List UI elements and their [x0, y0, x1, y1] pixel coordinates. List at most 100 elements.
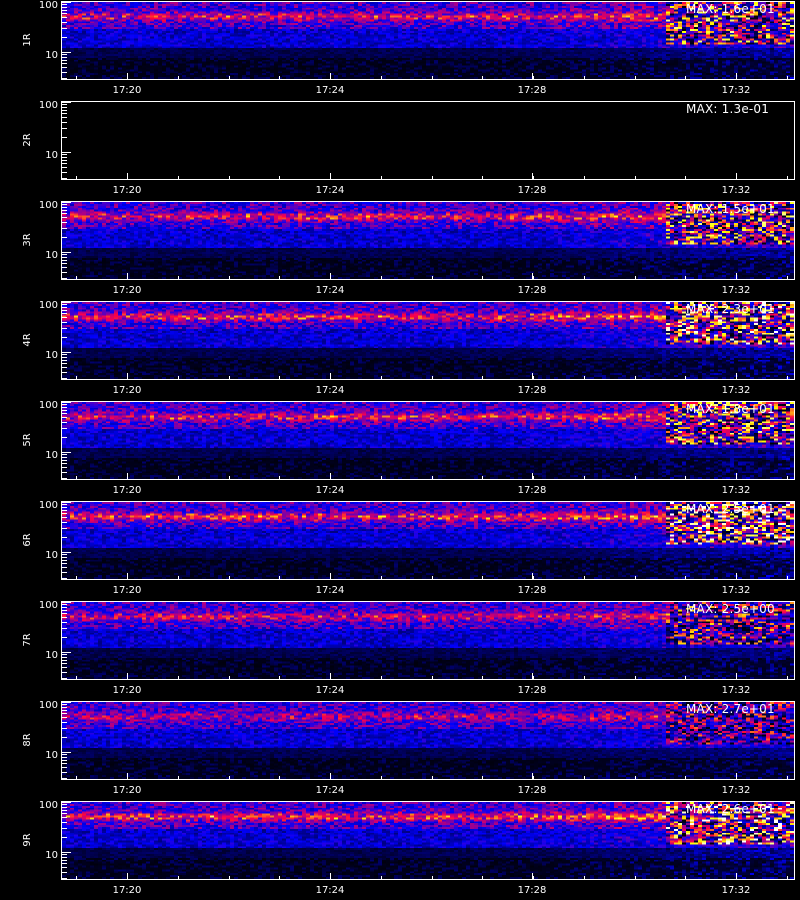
y-axis-label: 9R	[22, 833, 33, 847]
y-tick	[62, 157, 67, 158]
y-tick	[62, 163, 67, 164]
x-minor-tick	[229, 376, 230, 379]
y-tick	[62, 160, 67, 161]
y-major-tick	[62, 52, 71, 53]
y-tick	[62, 260, 67, 261]
x-tick-label: 17:28	[517, 85, 547, 96]
y-tick	[62, 210, 67, 211]
x-minor-tick	[635, 576, 636, 579]
x-minor-tick	[127, 876, 128, 879]
x-minor-tick	[482, 276, 483, 279]
x-minor-tick	[533, 576, 534, 579]
x-minor-tick	[178, 476, 179, 479]
y-tick	[62, 57, 67, 58]
x-minor-tick	[330, 576, 331, 579]
max-value-label: MAX: 2.5e+01	[686, 502, 775, 516]
y-axis-label: 3R	[22, 233, 33, 247]
y-tick	[62, 678, 67, 679]
x-minor-tick	[584, 776, 585, 779]
x-minor-tick	[685, 776, 686, 779]
y-axis-label: 8R	[22, 733, 33, 747]
y-tick	[62, 357, 67, 358]
y-tick-label: 100	[38, 0, 58, 11]
x-minor-tick	[533, 476, 534, 479]
spectrogram-panel: 1R 100 10 17:20 17:24 17:28 17:32 MAX: 1.6e+01	[0, 0, 800, 100]
y-tick	[62, 310, 67, 311]
y-tick	[62, 213, 67, 214]
y-tick	[62, 610, 67, 611]
x-minor-tick	[381, 276, 382, 279]
y-tick	[62, 204, 67, 205]
y-tick	[62, 317, 67, 318]
x-tick-label: 17:28	[517, 785, 547, 796]
x-minor-tick	[381, 776, 382, 779]
x-minor-tick	[381, 576, 382, 579]
x-minor-tick	[127, 676, 128, 679]
x-minor-tick	[533, 176, 534, 179]
x-minor-tick	[685, 676, 686, 679]
x-minor-tick	[127, 176, 128, 179]
x-minor-tick	[279, 576, 280, 579]
y-tick-label: 10	[45, 550, 58, 561]
x-minor-tick	[432, 776, 433, 779]
y-major-tick	[62, 2, 71, 3]
x-minor-tick	[432, 76, 433, 79]
spectrogram-panel: 2R 100 10 17:20 17:24 17:28 17:32 MAX: 1.3e-01	[0, 100, 800, 200]
x-minor-tick	[635, 476, 636, 479]
y-tick	[62, 478, 67, 479]
x-minor-tick	[127, 776, 128, 779]
x-minor-tick	[178, 76, 179, 79]
y-tick	[62, 878, 67, 879]
y-major-tick	[62, 652, 71, 653]
x-minor-tick	[787, 276, 788, 279]
y-tick	[62, 637, 67, 638]
y-tick	[62, 760, 67, 761]
x-minor-tick	[736, 776, 737, 779]
x-minor-tick	[482, 576, 483, 579]
y-tick-label: 10	[45, 350, 58, 361]
y-major-tick	[62, 102, 71, 103]
x-minor-tick	[229, 876, 230, 879]
y-tick	[62, 660, 67, 661]
y-tick	[62, 604, 67, 605]
x-minor-tick	[381, 876, 382, 879]
max-value-label: MAX: 1.8e+01	[686, 402, 775, 416]
y-tick	[62, 507, 67, 508]
y-tick	[62, 178, 67, 179]
y-tick	[62, 137, 67, 138]
y-tick	[62, 813, 67, 814]
x-minor-tick	[432, 476, 433, 479]
x-minor-tick	[279, 276, 280, 279]
y-tick	[62, 428, 67, 429]
x-tick-label: 17:32	[721, 785, 751, 796]
x-minor-tick	[635, 676, 636, 679]
y-tick	[62, 228, 67, 229]
y-axis-label: 1R	[22, 33, 33, 47]
x-minor-tick	[76, 576, 77, 579]
y-tick	[62, 863, 67, 864]
spectrogram-panel: 7R 100 10 17:20 17:24 17:28 17:32 MAX: 2.5e+00	[0, 600, 800, 700]
y-major-tick	[62, 202, 71, 203]
x-minor-tick	[76, 376, 77, 379]
y-tick	[62, 704, 67, 705]
x-minor-tick	[787, 776, 788, 779]
x-minor-tick	[279, 776, 280, 779]
y-tick	[62, 372, 67, 373]
y-tick	[62, 572, 67, 573]
y-tick	[62, 263, 67, 264]
y-tick	[62, 607, 67, 608]
x-tick-label: 17:28	[517, 185, 547, 196]
y-major-tick	[62, 402, 71, 403]
x-minor-tick	[432, 576, 433, 579]
max-value-label: MAX: 2.3e+01	[686, 302, 775, 316]
y-tick	[62, 404, 67, 405]
x-minor-tick	[635, 876, 636, 879]
x-minor-tick	[584, 476, 585, 479]
x-minor-tick	[432, 376, 433, 379]
x-tick-label: 17:28	[517, 285, 547, 296]
y-tick	[62, 810, 67, 811]
y-tick	[62, 617, 67, 618]
x-tick-label: 17:24	[315, 485, 345, 496]
y-tick	[62, 4, 67, 5]
max-value-label: MAX: 2.7e+01	[686, 702, 775, 716]
